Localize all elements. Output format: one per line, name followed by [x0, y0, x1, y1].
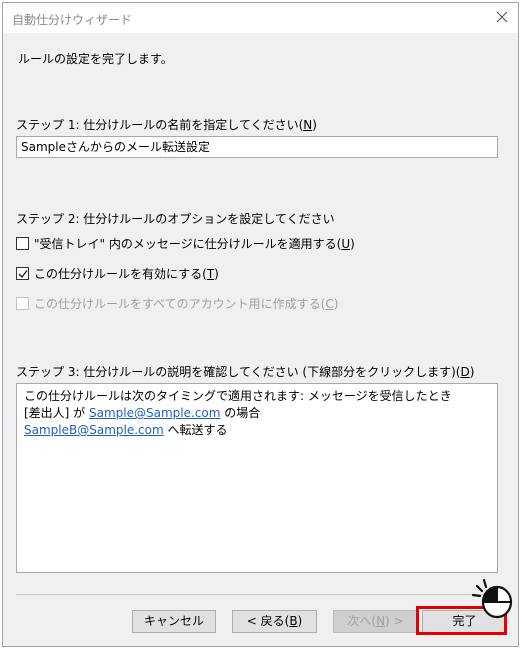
all-accounts-label: この仕分けルールをすべてのアカウント用に作成する(C) [34, 297, 339, 311]
separator [16, 594, 498, 595]
title-bar: 自動仕分けウィザード [3, 3, 518, 33]
all-accounts-checkbox [16, 297, 29, 310]
sender-address-link[interactable]: Sample@Sample.com [89, 406, 220, 420]
intro-text: ルールの設定を完了します。 [18, 52, 173, 66]
back-button[interactable]: < 戻る(B) [232, 610, 317, 633]
checkmark-icon [18, 270, 28, 279]
step3-label: ステップ 3: 仕分けルールの説明を確認してください (下線部分をクリックします… [16, 365, 475, 379]
description-line-forward: SampleB@Sample.com へ転送する [24, 423, 228, 437]
forward-address-link[interactable]: SampleB@Sample.com [24, 423, 164, 437]
description-line-from: [差出人] が Sample@Sample.com の場合 [24, 406, 261, 420]
mouse-click-icon [471, 578, 513, 619]
apply-inbox-label[interactable]: "受信トレイ" 内のメッセージに仕分けルールを適用する(U) [34, 235, 355, 252]
next-button: 次へ(N) > [333, 610, 418, 633]
rule-name-input[interactable]: Sampleさんからのメール転送設定 [16, 136, 498, 158]
rule-description-box: この仕分けルールは次のタイミングで適用されます: メッセージを受信したとき [差… [16, 383, 498, 573]
apply-inbox-checkbox[interactable] [16, 237, 29, 250]
description-line-trigger: この仕分けルールは次のタイミングで適用されます: メッセージを受信したとき [24, 389, 452, 403]
enable-rule-checkbox[interactable] [16, 267, 29, 280]
enable-rule-label[interactable]: この仕分けルールを有効にする(T) [34, 265, 219, 282]
close-icon[interactable] [494, 9, 510, 25]
step2-label: ステップ 2: 仕分けルールのオプションを設定してください [16, 212, 335, 226]
cancel-button[interactable]: キャンセル [132, 610, 216, 633]
step1-label: ステップ 1: 仕分けルールの名前を指定してください(N) [16, 118, 317, 132]
window-title: 自動仕分けウィザード [12, 13, 133, 27]
wizard-dialog: 自動仕分けウィザード ルールの設定を完了します。 ステップ 1: 仕分けルールの… [2, 2, 519, 647]
